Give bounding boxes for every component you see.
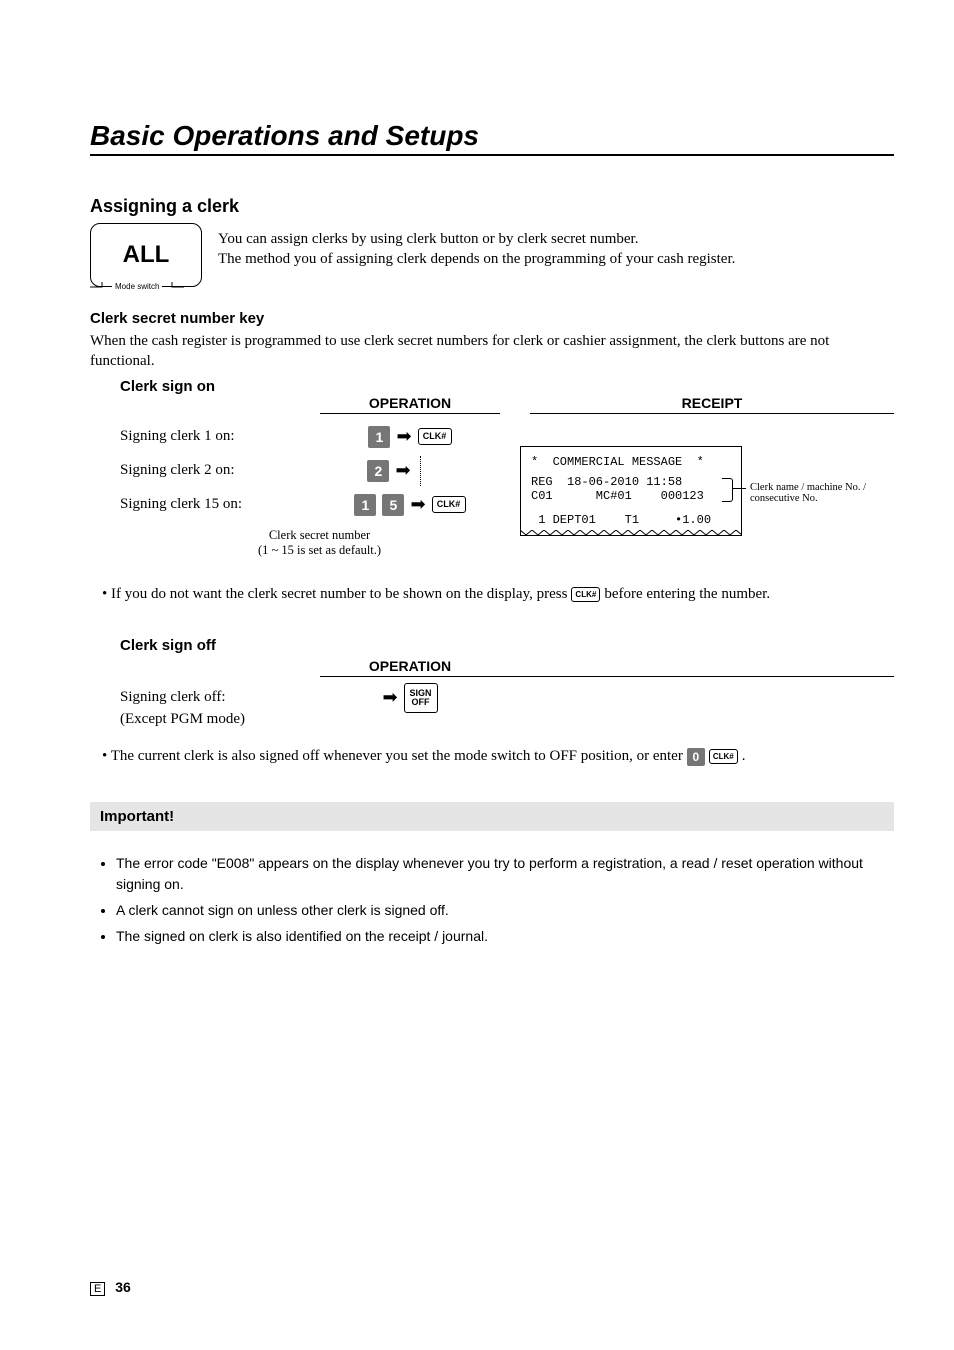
sign-off-l2: OFF [412,698,430,707]
important-heading: Important! [90,802,894,831]
receipt-l4: 1 DEPT01 T1 •1.00 [531,513,731,527]
important-list: The error code "E008" appears on the dis… [90,853,894,948]
col-operation-2: OPERATION [320,658,500,677]
important-item: The signed on clerk is also identified o… [116,926,894,948]
clk-key[interactable]: CLK# [418,428,452,445]
receipt-annotation: Clerk name / machine No. / consecutive N… [750,482,894,504]
intro-line1: You can assign clerks by using clerk but… [218,231,638,247]
row-signing-2: Signing clerk 2 on: [90,462,320,479]
clk-key-2[interactable]: CLK# [432,496,466,513]
clk-key-inline-2[interactable]: CLK# [709,749,738,764]
sign-off-heading: Clerk sign off [120,637,894,654]
mode-switch-value: ALL [90,223,202,287]
col-receipt: RECEIPT [530,395,894,414]
clk-key-inline[interactable]: CLK# [571,587,600,602]
note1-pre: • If you do not want the clerk secret nu… [102,586,567,603]
csn-heading: Clerk secret number key [90,310,894,327]
row-signing-off: Signing clerk off: [90,689,320,706]
secret-note-l1: Clerk secret number [258,528,381,543]
row-signing-off-sub: (Except PGM mode) [90,711,320,728]
sign-off-key[interactable]: SIGN OFF [404,683,438,713]
receipt-l1: * COMMERCIAL MESSAGE * [531,455,731,469]
row-signing-1: Signing clerk 1 on: [90,428,320,445]
numkey-2[interactable]: 2 [367,460,389,482]
mode-switch-label: Mode switch [112,282,162,291]
page-number-value: 36 [115,1279,131,1295]
note2-pre: • The current clerk is also signed off w… [102,748,683,765]
row-signing-15: Signing clerk 15 on: [90,496,320,513]
receipt-l2: REG 18-06-2010 11:58 [531,475,731,489]
secret-note-l2: (1 ~ 15 is set as default.) [258,543,381,558]
page-letter: E [90,1282,105,1296]
sign-on-heading: Clerk sign on [120,378,894,395]
arrow-right-icon: ➡ [395,460,410,481]
col-operation: OPERATION [320,395,500,414]
intro-line2: The method you of assigning clerk depend… [218,251,735,267]
numkey-1[interactable]: 1 [368,426,390,448]
csn-text: When the cash register is programmed to … [90,331,894,372]
callout-bracket-icon [722,478,733,502]
note-hide-secret: • If you do not want the clerk secret nu… [102,586,894,603]
important-item: The error code "E008" appears on the dis… [116,853,894,896]
numkey-5[interactable]: 5 [382,494,404,516]
numkey-0-inline[interactable]: 0 [687,748,705,766]
secret-number-note: Clerk secret number (1 ~ 15 is set as de… [258,528,381,558]
torn-edge-icon [520,530,742,536]
important-item: A clerk cannot sign on unless other cler… [116,900,894,922]
page-title: Basic Operations and Setups [90,120,894,156]
page-number: E 36 [90,1279,131,1295]
note1-post: before entering the number. [604,586,770,603]
mode-switch-box: ALL Mode switch [90,223,202,292]
assigning-heading: Assigning a clerk [90,196,894,217]
intro-text: You can assign clerks by using clerk but… [218,223,735,270]
receipt-l3: C01 MC#01 000123 [531,489,731,503]
annot-line-icon [732,488,746,489]
arrow-right-icon: ➡ [382,687,397,708]
note-auto-signoff: • The current clerk is also signed off w… [102,748,894,766]
dotted-line-icon [420,456,421,486]
numkey-1b[interactable]: 1 [354,494,376,516]
arrow-right-icon: ➡ [396,426,411,447]
arrow-right-icon: ➡ [410,494,425,515]
receipt-sample: * COMMERCIAL MESSAGE * REG 18-06-2010 11… [520,446,742,536]
note2-post: . [742,748,746,765]
